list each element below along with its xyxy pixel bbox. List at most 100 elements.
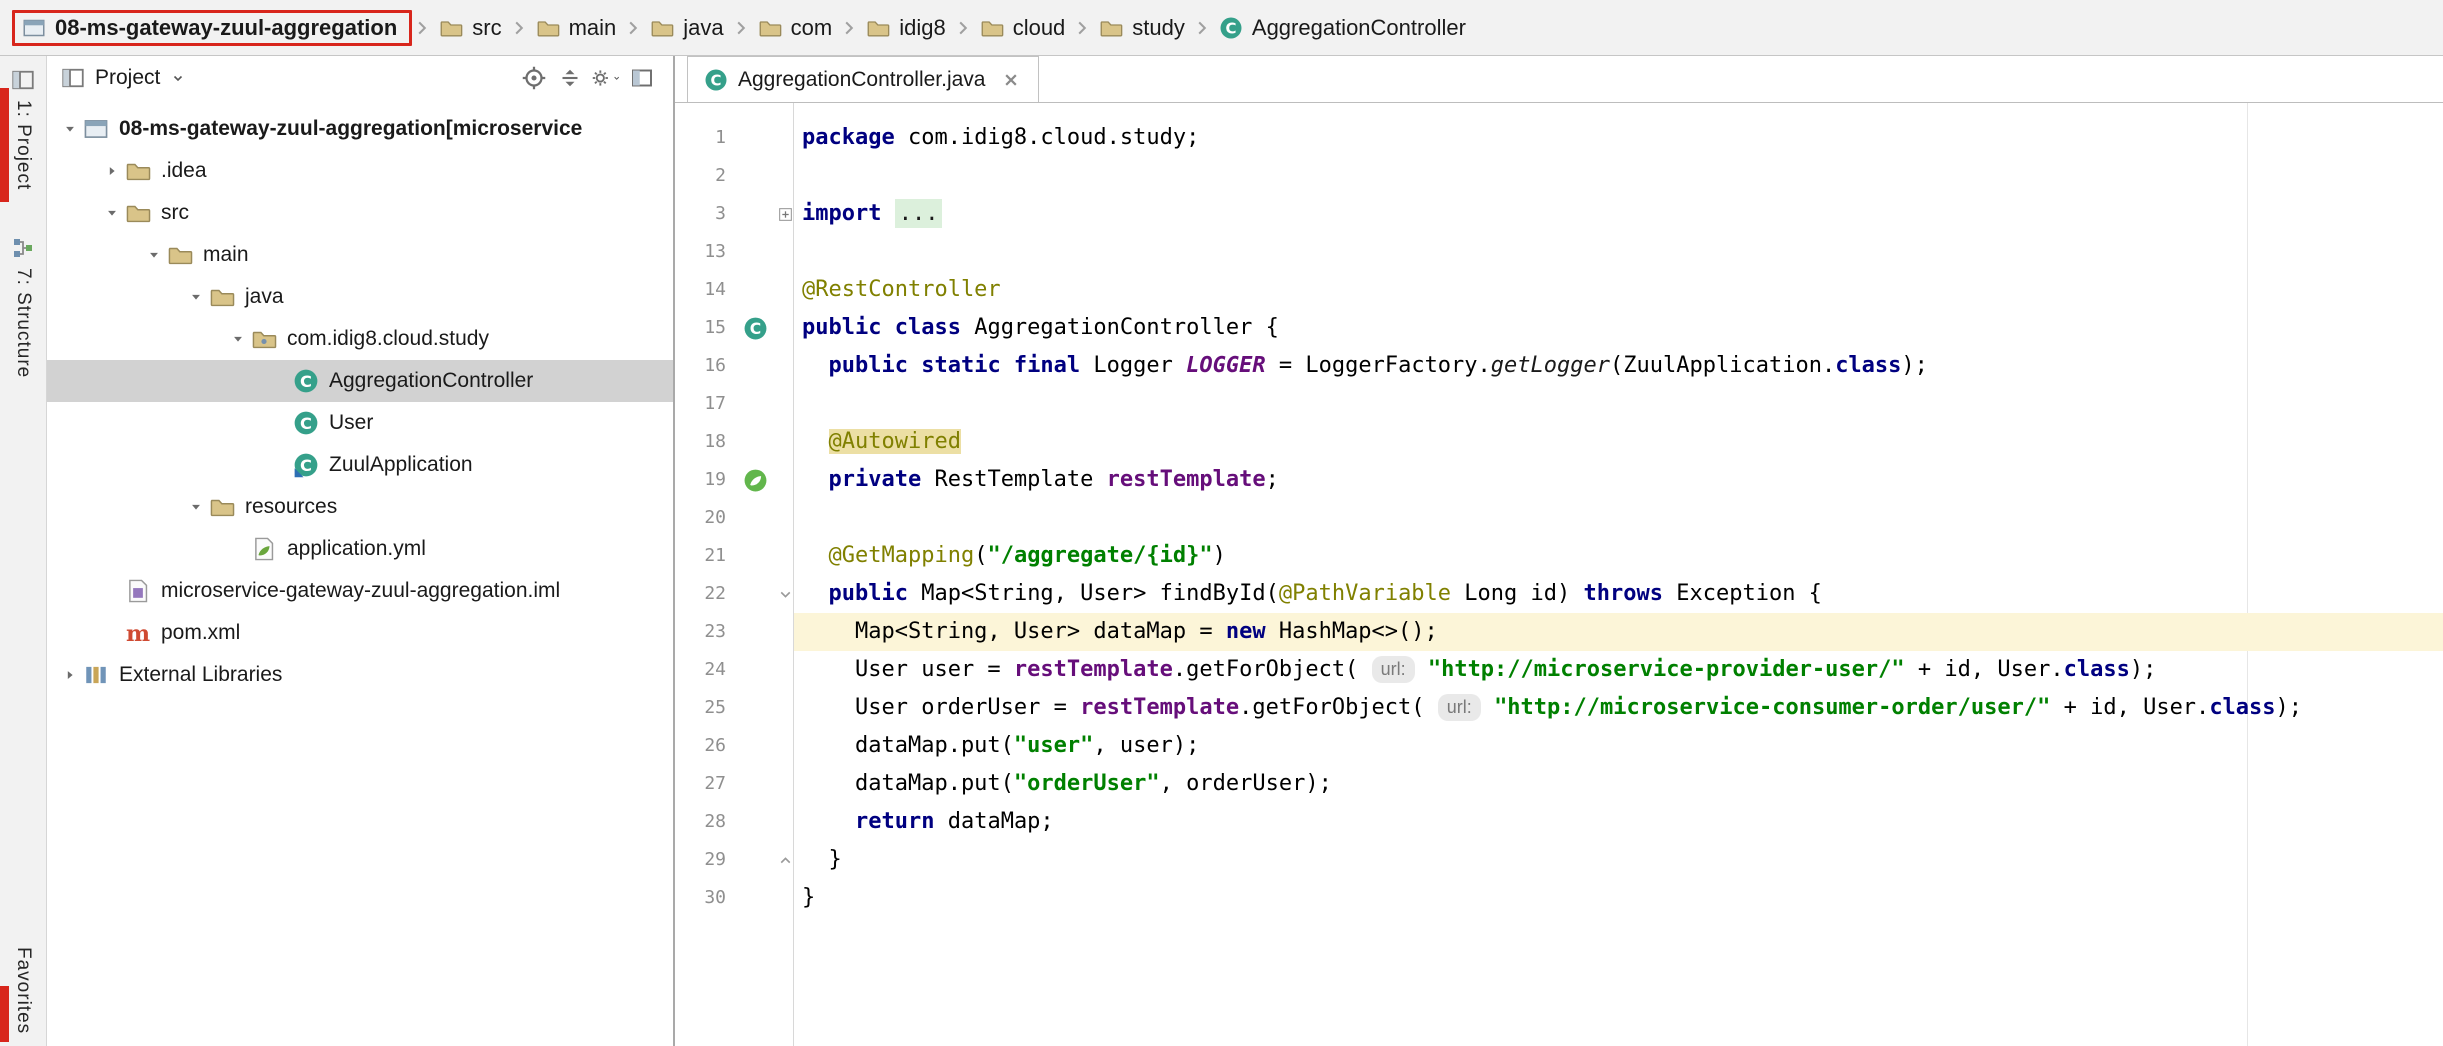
fold-cell[interactable] (777, 195, 794, 233)
line-number[interactable]: 25 (675, 689, 733, 727)
code-line-25[interactable]: 25 User orderUser = restTemplate.getForO… (675, 689, 2443, 727)
line-number[interactable]: 19 (675, 461, 733, 499)
line-number[interactable]: 17 (675, 385, 733, 423)
class-icon[interactable]: C (743, 316, 768, 341)
svg-text:C: C (749, 320, 760, 338)
breadcrumb-item-main[interactable]: main (529, 12, 624, 44)
fold-cell[interactable] (777, 841, 794, 879)
code-line-23[interactable]: 23 Map<String, User> dataMap = new HashM… (675, 613, 2443, 651)
line-number[interactable]: 15 (675, 309, 733, 347)
close-icon[interactable] (1000, 69, 1022, 91)
tree-item-idea[interactable]: .idea (47, 150, 673, 192)
tree-item-label: 08-ms-gateway-zuul-aggregation (119, 117, 446, 140)
line-number[interactable]: 14 (675, 271, 733, 309)
code-line-27[interactable]: 27 dataMap.put("orderUser", orderUser); (675, 765, 2443, 803)
code-line-28[interactable]: 28 return dataMap; (675, 803, 2443, 841)
tree-item-external-libraries[interactable]: External Libraries (47, 654, 673, 696)
locate-button[interactable] (519, 63, 549, 93)
code-line-22[interactable]: 22 public Map<String, User> findById(@Pa… (675, 575, 2443, 613)
line-number[interactable]: 28 (675, 803, 733, 841)
fold-arrow-up-icon[interactable] (777, 852, 794, 869)
code-line-3[interactable]: 3 import ... (675, 195, 2443, 233)
tree-item-java[interactable]: java (47, 276, 673, 318)
tree-item-main[interactable]: main (47, 234, 673, 276)
breadcrumb-item-idig8[interactable]: idig8 (859, 12, 952, 44)
expanded-chevron-icon[interactable] (99, 206, 125, 220)
tree-item-zuulapplication[interactable]: C ZuulApplication (47, 444, 673, 486)
line-number[interactable]: 13 (675, 233, 733, 271)
line-number[interactable]: 3 (675, 195, 733, 233)
gutter-icon-cell[interactable]: C (733, 309, 777, 347)
line-number[interactable]: 27 (675, 765, 733, 803)
code-line-15[interactable]: 15 Cpublic class AggregationController { (675, 309, 2443, 347)
line-number[interactable]: 21 (675, 537, 733, 575)
tree-item-resources[interactable]: resources (47, 486, 673, 528)
fold-arrow-down-icon[interactable] (777, 586, 794, 603)
code-line-16[interactable]: 16 public static final Logger LOGGER = L… (675, 347, 2443, 385)
code-line-30[interactable]: 30} (675, 879, 2443, 917)
line-number[interactable]: 18 (675, 423, 733, 461)
code-line-2[interactable]: 2 (675, 157, 2443, 195)
tree-item-src[interactable]: src (47, 192, 673, 234)
expanded-chevron-icon[interactable] (225, 332, 251, 346)
line-number[interactable]: 30 (675, 879, 733, 917)
gutter-icon-cell[interactable] (733, 461, 777, 499)
hide-panel-button[interactable] (627, 63, 657, 93)
tree-item-label: ZuulApplication (329, 453, 473, 476)
breadcrumb-separator (1193, 19, 1211, 37)
panel-title[interactable]: Project (95, 66, 160, 90)
spring-bean-icon[interactable] (743, 468, 768, 493)
tree-item-com-idig8-cloud-study[interactable]: com.idig8.cloud.study (47, 318, 673, 360)
tree-item-label: pom.xml (161, 621, 241, 644)
code-line-21[interactable]: 21 @GetMapping("/aggregate/{id}") (675, 537, 2443, 575)
breadcrumb-item-com[interactable]: com (751, 12, 840, 44)
line-number[interactable]: 26 (675, 727, 733, 765)
expanded-chevron-icon[interactable] (141, 248, 167, 262)
fold-plus-icon[interactable] (777, 206, 794, 223)
tree-item-pom-xml[interactable]: m pom.xml (47, 612, 673, 654)
fold-cell[interactable] (777, 575, 794, 613)
code-line-24[interactable]: 24 User user = restTemplate.getForObject… (675, 651, 2443, 689)
editor-tab[interactable]: C AggregationController.java (687, 56, 1039, 102)
collapsed-chevron-icon[interactable] (57, 668, 83, 682)
breadcrumb-item-src[interactable]: src (432, 12, 508, 44)
expanded-chevron-icon[interactable] (57, 122, 83, 136)
breadcrumb-item-java[interactable]: java (643, 12, 730, 44)
line-number[interactable]: 1 (675, 119, 733, 157)
code-line-20[interactable]: 20 (675, 499, 2443, 537)
code-line-14[interactable]: 14 @RestController (675, 271, 2443, 309)
breadcrumb-item-cloud[interactable]: cloud (973, 12, 1073, 44)
code-line-13[interactable]: 13 (675, 233, 2443, 271)
code-line-17[interactable]: 17 (675, 385, 2443, 423)
line-number[interactable]: 24 (675, 651, 733, 689)
breadcrumb-item-aggregationcontroller[interactable]: C AggregationController (1212, 12, 1473, 44)
line-number[interactable]: 23 (675, 613, 733, 651)
tree-item-aggregationcontroller[interactable]: C AggregationController (47, 360, 673, 402)
code-line-29[interactable]: 29 } (675, 841, 2443, 879)
code-line-26[interactable]: 26 dataMap.put("user", user); (675, 727, 2443, 765)
breadcrumb-item-08-ms-gateway-zuul-aggregation[interactable]: 08-ms-gateway-zuul-aggregation (12, 9, 413, 46)
code-editor[interactable]: 1 package com.idig8.cloud.study; 2 3 import … (675, 103, 2443, 1046)
tree-item-microservice-gateway-zuul-aggregation-iml[interactable]: microservice-gateway-zuul-aggregation.im… (47, 570, 673, 612)
tool-button-structure[interactable]: 7: Structure (11, 236, 35, 378)
line-number[interactable]: 22 (675, 575, 733, 613)
code-line-19[interactable]: 19 private RestTemplate restTemplate; (675, 461, 2443, 499)
line-number[interactable]: 2 (675, 157, 733, 195)
collapsed-chevron-icon[interactable] (99, 164, 125, 178)
tree-item-application-yml[interactable]: application.yml (47, 528, 673, 570)
line-number[interactable]: 16 (675, 347, 733, 385)
settings-gear-button[interactable] (591, 63, 621, 93)
expanded-chevron-icon[interactable] (183, 500, 209, 514)
code-line-1[interactable]: 1 package com.idig8.cloud.study; (675, 119, 2443, 157)
code-line-18[interactable]: 18 @Autowired (675, 423, 2443, 461)
chevron-down-icon[interactable] (170, 70, 186, 86)
tree-item-08-ms-gateway-zuul-aggregation[interactable]: 08-ms-gateway-zuul-aggregation [microser… (47, 108, 673, 150)
collapse-all-button[interactable] (555, 63, 585, 93)
tree-item-user[interactable]: C User (47, 402, 673, 444)
expanded-chevron-icon[interactable] (183, 290, 209, 304)
tool-button-project[interactable]: 1: Project (11, 68, 35, 190)
line-number[interactable]: 20 (675, 499, 733, 537)
line-number[interactable]: 29 (675, 841, 733, 879)
breadcrumb-item-study[interactable]: study (1092, 12, 1192, 44)
